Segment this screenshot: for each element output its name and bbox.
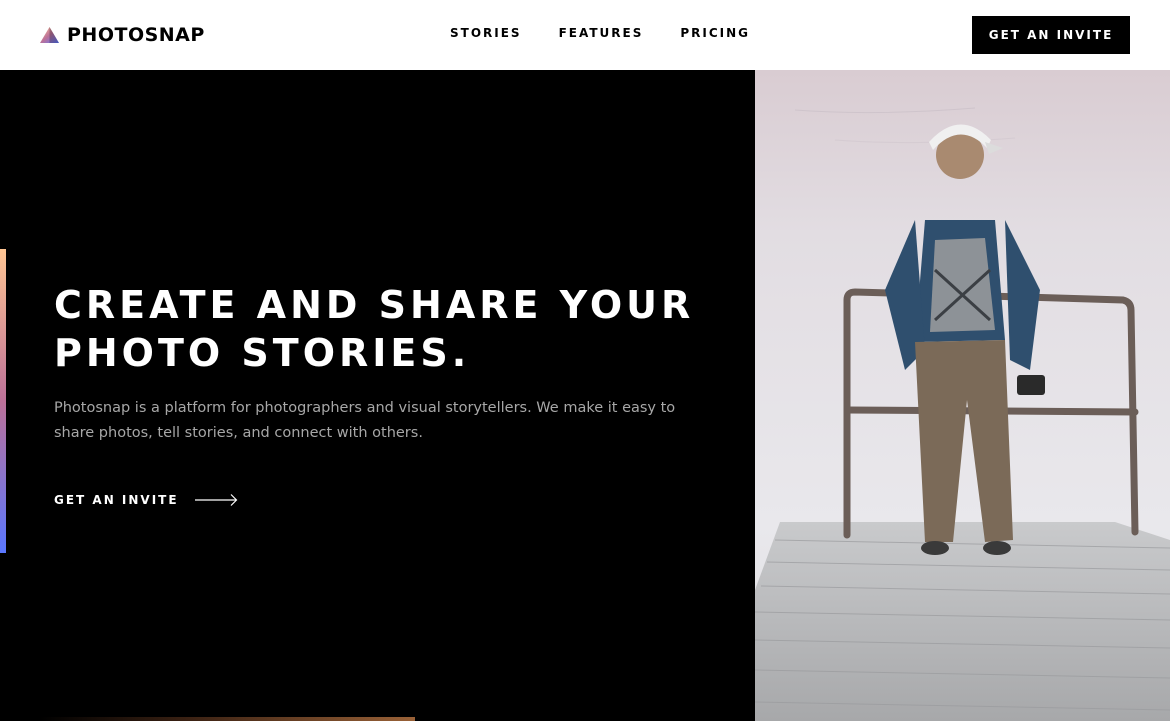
logo-triangle-icon (40, 27, 59, 43)
site-header: PHOTOSNAP STORIES FEATURES PRICING GET A… (0, 0, 1170, 70)
nav-item-pricing[interactable]: PRICING (680, 26, 750, 40)
nav-item-features[interactable]: FEATURES (559, 26, 644, 40)
hero-invite-label: GET AN INVITE (54, 493, 179, 507)
hero-title: CREATE AND SHARE YOUR PHOTO STORIES. (54, 281, 734, 377)
nav-item-stories[interactable]: STORIES (450, 26, 522, 40)
photographer-on-dock-image (755, 70, 1170, 721)
hero-photo (755, 70, 1170, 721)
hero-title-line-2: PHOTO STORIES. (54, 331, 471, 375)
main-nav: STORIES FEATURES PRICING (450, 26, 750, 40)
brand-logo[interactable]: PHOTOSNAP (40, 23, 205, 47)
hero-description: Photosnap is a platform for photographer… (54, 400, 676, 441)
hero-title-line-1: CREATE AND SHARE YOUR (54, 283, 695, 327)
brand-name: PHOTOSNAP (67, 24, 205, 46)
hero-accent-bar (0, 249, 6, 553)
next-section-preview (40, 717, 415, 721)
hero-panel: CREATE AND SHARE YOUR PHOTO STORIES. Pho… (0, 70, 755, 721)
arrow-right-icon (194, 494, 237, 506)
get-invite-button[interactable]: GET AN INVITE (972, 16, 1130, 54)
hero-invite-link[interactable]: GET AN INVITE (54, 493, 238, 507)
